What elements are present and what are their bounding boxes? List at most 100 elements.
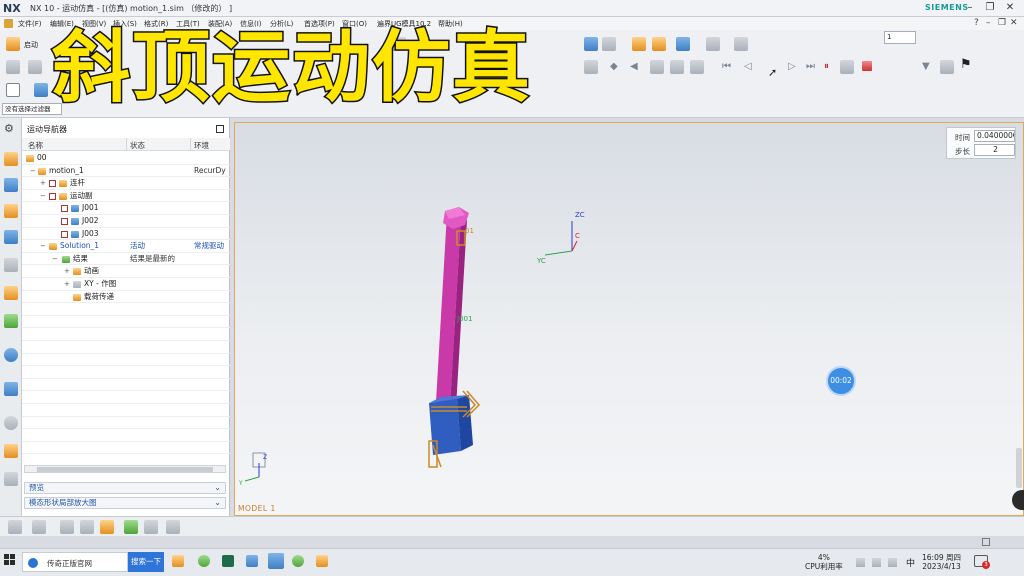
move-icon[interactable] — [100, 520, 114, 534]
table-icon[interactable] — [584, 37, 598, 51]
minimize-button[interactable]: – — [960, 1, 980, 15]
assembly-navigator-icon[interactable] — [4, 178, 18, 192]
select-box-icon[interactable] — [6, 83, 20, 97]
close-button[interactable]: ✕ — [1000, 1, 1020, 15]
export-icon[interactable] — [690, 60, 704, 74]
back-icon[interactable]: ◀ — [630, 60, 638, 74]
tree-row-j002[interactable]: J002 — [22, 215, 230, 228]
collapse-icon[interactable]: − — [40, 240, 46, 252]
chevron-down-icon[interactable]: ⌄ — [214, 483, 221, 493]
tray-expand-icon[interactable] — [856, 558, 865, 567]
network-icon[interactable] — [872, 558, 881, 567]
checkbox[interactable] — [49, 180, 56, 188]
tree-row-j003[interactable]: J003 — [22, 228, 230, 241]
checkbox[interactable] — [61, 230, 68, 238]
base-block[interactable] — [429, 395, 473, 455]
frame-icon[interactable] — [584, 60, 598, 74]
open-icon[interactable] — [28, 60, 42, 74]
restore-button[interactable]: ❐ — [980, 1, 1000, 15]
step-back-icon[interactable]: ◁ — [744, 60, 752, 74]
tree-row-j001[interactable]: J001 — [22, 202, 230, 215]
app-icon[interactable] — [246, 555, 258, 567]
tree-row-load-transfer[interactable]: 载荷传递 — [22, 291, 230, 304]
graphics-window[interactable]: ZC YC C 01 J001 Z Y MODEL 1 — [234, 122, 1024, 516]
constraint-navigator-icon[interactable] — [4, 230, 18, 244]
step-field[interactable]: 2 — [974, 144, 1015, 156]
maximize-icon[interactable] — [216, 125, 224, 133]
expand-icon[interactable]: + — [64, 278, 70, 290]
time-field[interactable]: 0.040000C — [974, 130, 1015, 142]
model-canvas[interactable]: ZC YC C 01 J001 Z Y — [235, 123, 1024, 516]
expand-icon[interactable]: + — [64, 265, 70, 277]
ruler-icon[interactable] — [734, 37, 748, 51]
settings-icon[interactable] — [940, 60, 954, 74]
pause-icon[interactable]: ⏸ — [824, 60, 829, 74]
previous-icon[interactable]: ◆ — [610, 60, 618, 74]
info-icon[interactable] — [4, 382, 18, 396]
capture-icon[interactable] — [670, 60, 684, 74]
menu-file[interactable]: 文件(F) — [18, 19, 42, 29]
app-icon[interactable] — [198, 555, 210, 567]
expand-icon[interactable]: + — [40, 177, 46, 189]
clock[interactable]: 16:09 周四 2023/4/13 — [922, 553, 961, 571]
grid-icon[interactable] — [706, 37, 720, 51]
nx-task-icon[interactable] — [268, 553, 284, 569]
edit-icon[interactable] — [632, 37, 646, 51]
column-status[interactable]: 状态 — [130, 140, 145, 151]
chevron-down-icon[interactable]: ⌄ — [214, 498, 221, 508]
checkbox[interactable] — [61, 205, 68, 213]
container-icon[interactable] — [166, 520, 180, 534]
column-divider[interactable] — [126, 138, 127, 151]
gear-icon[interactable]: ⚙ — [4, 122, 18, 136]
finish-flag-icon[interactable]: ⚑ — [960, 58, 972, 72]
system-icon[interactable] — [4, 472, 18, 486]
wechat-icon[interactable] — [292, 555, 304, 567]
tree-row-root[interactable]: 00 — [22, 152, 230, 165]
checkbox[interactable] — [49, 192, 56, 200]
split-icon[interactable] — [80, 520, 94, 534]
frame-select[interactable]: 1 — [884, 31, 916, 44]
navigator-hscroll[interactable] — [24, 465, 226, 473]
tree-row-solution[interactable]: − Solution_1 活动 常规驱动 — [22, 240, 230, 253]
doc-close-button[interactable]: ✕ — [1010, 18, 1018, 28]
sensor-icon[interactable] — [144, 520, 158, 534]
stop-icon[interactable] — [862, 61, 872, 71]
app-icon[interactable] — [316, 555, 328, 567]
tree-row-links[interactable]: + 连杆 — [22, 177, 230, 190]
collapse-icon[interactable]: − — [52, 253, 58, 265]
motion-navigator-icon[interactable] — [4, 152, 18, 166]
column-divider[interactable] — [190, 138, 191, 151]
new-icon[interactable] — [6, 60, 20, 74]
preview-section[interactable]: 预览 ⌄ — [24, 482, 226, 494]
help-icon[interactable]: ? — [974, 18, 979, 28]
tree-row-animation[interactable]: + 动画 — [22, 265, 230, 278]
loop-icon[interactable] — [840, 60, 854, 74]
tree-row-results[interactable]: − 结果 结果是最新的 — [22, 253, 230, 266]
measure-icon[interactable] — [652, 37, 666, 51]
recording-timer[interactable]: 00:02 — [826, 366, 856, 396]
view-icon[interactable] — [676, 37, 690, 51]
volume-icon[interactable] — [888, 558, 897, 567]
clock-icon[interactable] — [4, 416, 18, 430]
path-icon[interactable] — [650, 60, 664, 74]
step-forward-icon[interactable]: ▷ — [788, 60, 796, 74]
web-browser-icon[interactable] — [4, 348, 18, 362]
history-icon[interactable] — [4, 258, 18, 272]
doc-restore-button[interactable]: ❐ — [998, 18, 1006, 28]
palette-icon[interactable] — [4, 314, 18, 328]
rewind-icon[interactable]: ⏮ — [722, 60, 731, 74]
scroll-thumb[interactable] — [37, 467, 213, 472]
tree-row-joints[interactable]: − 运动副 — [22, 190, 230, 203]
status-icon[interactable] — [982, 538, 990, 546]
app-icon[interactable] — [222, 555, 234, 567]
collapse-icon[interactable]: − — [30, 165, 36, 177]
fast-forward-icon[interactable]: ⏭ — [806, 60, 815, 74]
hammer-icon[interactable] — [124, 520, 138, 534]
reuse-library-icon[interactable] — [4, 286, 18, 300]
column-env[interactable]: 环境 — [194, 140, 209, 151]
merge-icon[interactable] — [60, 520, 74, 534]
checkbox[interactable] — [61, 218, 68, 225]
tree-row-motion[interactable]: − motion_1 RecurDy — [22, 165, 230, 178]
cpu-meter[interactable]: 4% CPU利用率 — [805, 553, 843, 571]
column-name[interactable]: 名称 — [28, 140, 43, 151]
